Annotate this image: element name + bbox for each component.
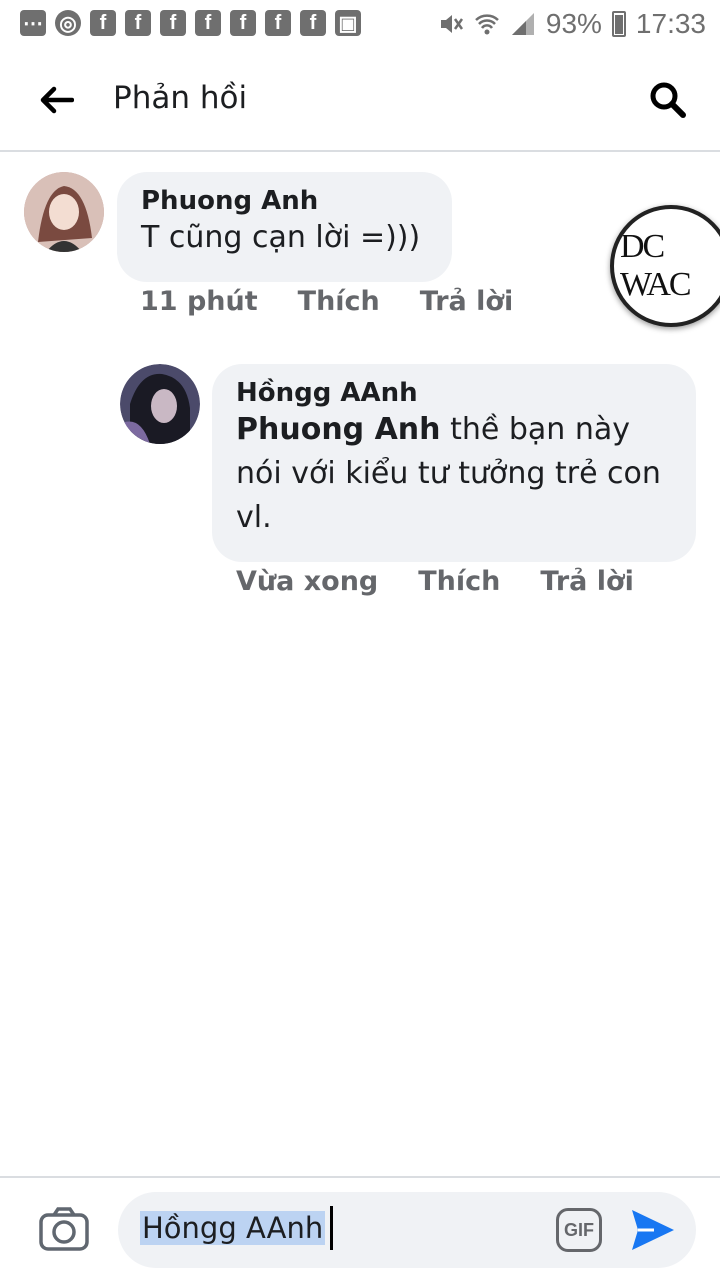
facebook-icon: f <box>195 10 221 36</box>
text-cursor <box>330 1206 333 1250</box>
like-button[interactable]: Thích <box>298 286 380 317</box>
facebook-icon: f <box>265 10 291 36</box>
facebook-icon: f <box>160 10 186 36</box>
avatar[interactable] <box>24 172 104 252</box>
comment-bubble[interactable]: Hồngg AAnh Phuong Anh thề bạn này nói vớ… <box>212 364 696 562</box>
mention-link[interactable]: Phuong Anh <box>236 412 441 447</box>
mute-icon <box>438 11 464 37</box>
facebook-icon: f <box>300 10 326 36</box>
comment-time: Vừa xong <box>236 566 379 597</box>
camera-icon <box>39 1207 89 1251</box>
facebook-icon: f <box>125 10 151 36</box>
image-icon: ▣ <box>335 10 361 36</box>
reply-input-value[interactable]: Hồngg AAnh <box>140 1211 326 1245</box>
facebook-icon: f <box>90 10 116 36</box>
comment-text: T cũng cạn lời =))) <box>141 220 421 255</box>
reply-composer: Hồngg AAnh GIF <box>0 1176 720 1282</box>
search-button[interactable] <box>646 78 690 122</box>
send-icon <box>632 1210 674 1250</box>
status-bar: ⋯ ◎ f f f f f f f ▣ 93% 17:33 <box>0 0 720 50</box>
back-button[interactable] <box>34 78 78 122</box>
like-button[interactable]: Thích <box>418 566 500 597</box>
facebook-icon: f <box>230 10 256 36</box>
camera-button[interactable] <box>38 1206 90 1252</box>
arrow-left-icon <box>40 86 74 114</box>
reply-input[interactable]: Hồngg AAnh GIF <box>118 1192 696 1268</box>
reply-button[interactable]: Trả lời <box>540 566 633 597</box>
battery-percent: 93% <box>545 8 602 39</box>
comment-actions: Vừa xong Thích Trả lời <box>236 566 674 597</box>
avatar[interactable] <box>120 364 200 444</box>
send-button[interactable] <box>630 1208 676 1252</box>
reply-button[interactable]: Trả lời <box>420 286 513 317</box>
notification-icons: ⋯ ◎ f f f f f f f ▣ <box>20 10 361 36</box>
battery-icon <box>611 11 626 37</box>
comment-actions: 11 phút Thích Trả lời <box>140 286 553 317</box>
top-bar: Phản hồi <box>0 50 720 152</box>
page-title: Phản hồi <box>113 80 248 116</box>
signal-icon <box>510 11 536 37</box>
search-icon <box>650 82 686 118</box>
dcwac-logo: DC WAC <box>610 205 720 327</box>
chrome-icon: ◎ <box>55 10 81 36</box>
comment-body: Phuong Anh thề bạn này nói với kiểu tư t… <box>236 408 672 540</box>
comment-author[interactable]: Phuong Anh <box>141 186 428 216</box>
system-icons: 93% 17:33 <box>438 8 706 40</box>
gif-button[interactable]: GIF <box>556 1208 602 1252</box>
logo-text: DC WAC <box>620 228 692 303</box>
messages-icon: ⋯ <box>20 10 46 36</box>
comment-author[interactable]: Hồngg AAnh <box>236 378 672 408</box>
wifi-icon <box>474 11 500 37</box>
comment-time: 11 phút <box>140 286 258 317</box>
clock: 17:33 <box>635 8 706 39</box>
comment-bubble[interactable]: Phuong Anh T cũng cạn lời =))) <box>117 172 452 282</box>
